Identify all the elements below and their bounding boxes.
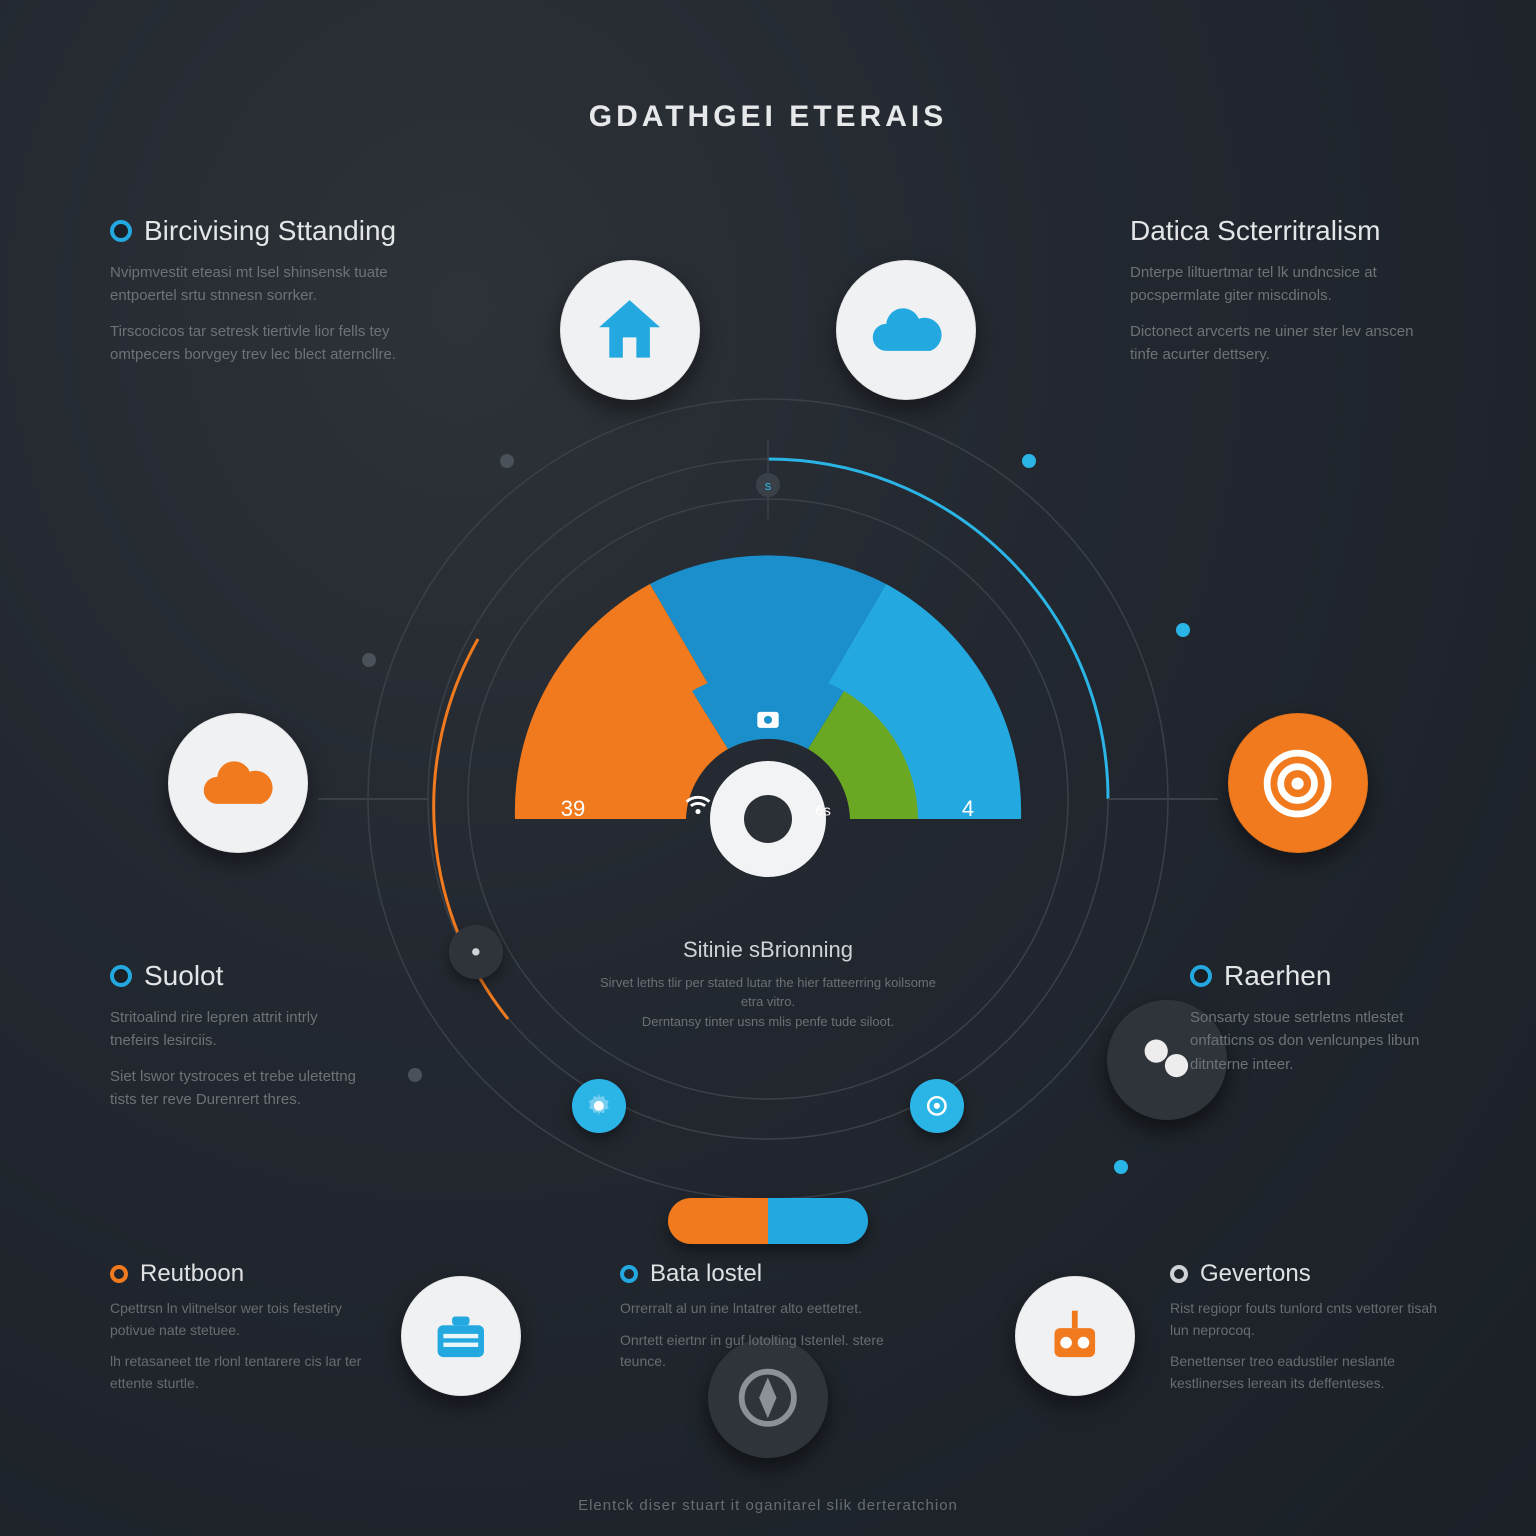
bottom-heading: Reutboon — [140, 1260, 244, 1288]
center-body2: Derntansy tinter usns mlis penfe tude si… — [588, 1012, 948, 1032]
cloud-icon — [197, 743, 278, 824]
callout-mid-left: Suolot Stritoalind rire lepren attrit in… — [110, 960, 370, 1123]
callout-heading: Bircivising Sttanding — [144, 215, 396, 247]
bottom-left: Reutboon Cpettrsn ln vlitnelsor wer tois… — [110, 1260, 370, 1405]
node-briefcase — [401, 1276, 521, 1396]
callout-heading: Raerhen — [1224, 960, 1331, 992]
callout-body: Dictonect arvcerts ne uiner ster lev ans… — [1130, 320, 1430, 367]
bullet-icon — [1170, 1265, 1188, 1283]
target-icon — [1257, 743, 1338, 824]
center-heading: Sitinie sBrionning — [588, 937, 948, 963]
gauge-value-left: 39 — [561, 796, 585, 822]
callout-heading: Suolot — [144, 960, 223, 992]
bottom-body: Onrtett eiertnr in guf lotolting Istenle… — [620, 1330, 920, 1373]
mini-orbit-2 — [910, 1079, 964, 1133]
callout-top-left: Bircivising Sttanding Nvipmvestit eteasi… — [110, 215, 410, 378]
bullet-icon — [620, 1265, 638, 1283]
infographic-stage: GDATHGEI ETERAIS — [0, 0, 1536, 1536]
footer-text: Elentck diser stuart it oganitarel slik … — [0, 1497, 1536, 1514]
bottom-body: Benettenser treo eadustiler neslante kes… — [1170, 1351, 1450, 1394]
callout-body: Tirscocicos tar setresk tiertivle lior f… — [110, 320, 410, 367]
callout-body: Siet lswor tystroces et trebe uletettng … — [110, 1065, 370, 1112]
node-radio — [1015, 1276, 1135, 1396]
sparkle-icon — [461, 937, 491, 967]
bottom-body: Rist regiopr fouts tunlord cnts vettorer… — [1170, 1298, 1450, 1341]
callout-mid-right: Raerhen Sonsarty stoue setrletns ntleste… — [1190, 960, 1450, 1088]
node-home — [560, 260, 700, 400]
bottom-body: Cpettrsn ln vlitnelsor wer tois festetir… — [110, 1298, 370, 1341]
bullet-icon — [110, 965, 132, 987]
radio-icon — [1040, 1302, 1110, 1372]
node-cloud-left — [168, 713, 308, 853]
gauge-value-small: 6s — [815, 802, 831, 819]
mini-orbit-1 — [572, 1079, 626, 1133]
bottom-body: Orrerralt al un ine lntatrer alto eettet… — [620, 1298, 920, 1320]
callout-body: Nvipmvestit eteasi mt lsel shinsensk tua… — [110, 261, 410, 308]
target-icon — [922, 1091, 952, 1121]
wifi-icon — [681, 787, 715, 821]
bottom-right: Gevertons Rist regiopr fouts tunlord cnt… — [1170, 1260, 1450, 1405]
callout-body: Sonsarty stoue setrletns ntlestet onfatt… — [1190, 1006, 1450, 1076]
bullet-icon — [110, 1265, 128, 1283]
bottom-body: lh retasaneet tte rlonl tentarere cis la… — [110, 1351, 370, 1394]
bottom-heading: Gevertons — [1200, 1260, 1311, 1288]
bullet-icon — [1190, 965, 1212, 987]
bottom-heading: Bata lostel — [650, 1260, 762, 1288]
callout-top-right: Datica Scterritralism Dnterpe liltuertma… — [1130, 215, 1430, 378]
bottom-center: Bata lostel Orrerralt al un ine lntatrer… — [620, 1260, 920, 1383]
page-title: GDATHGEI ETERAIS — [0, 100, 1536, 134]
radial-dial: s — [358, 389, 1178, 1209]
home-icon — [589, 290, 670, 371]
mini-orbit-3 — [449, 925, 503, 979]
status-pill — [668, 1198, 868, 1244]
gauge-value-right: 4 — [962, 796, 974, 822]
svg-text:s: s — [765, 478, 772, 493]
callout-body: Dnterpe liltuertmar tel lk undncsice at … — [1130, 261, 1430, 308]
inner-camera — [752, 702, 784, 739]
bullet-icon — [110, 220, 132, 242]
dial-svg: s — [358, 389, 1178, 1209]
callout-body: Stritoalind rire lepren attrit intrly tn… — [110, 1006, 370, 1053]
camera-icon — [752, 702, 784, 734]
gear-icon — [584, 1091, 614, 1121]
callout-heading: Datica Scterritralism — [1130, 215, 1380, 247]
center-caption: Sitinie sBrionning Sirvet leths tlir per… — [588, 937, 948, 1032]
briefcase-icon — [426, 1302, 496, 1372]
inner-wifi — [681, 787, 715, 826]
cloud-icon — [866, 290, 947, 371]
node-target — [1228, 713, 1368, 853]
center-body1: Sirvet leths tlir per stated lutar the h… — [588, 973, 948, 1012]
node-cloud-top — [836, 260, 976, 400]
